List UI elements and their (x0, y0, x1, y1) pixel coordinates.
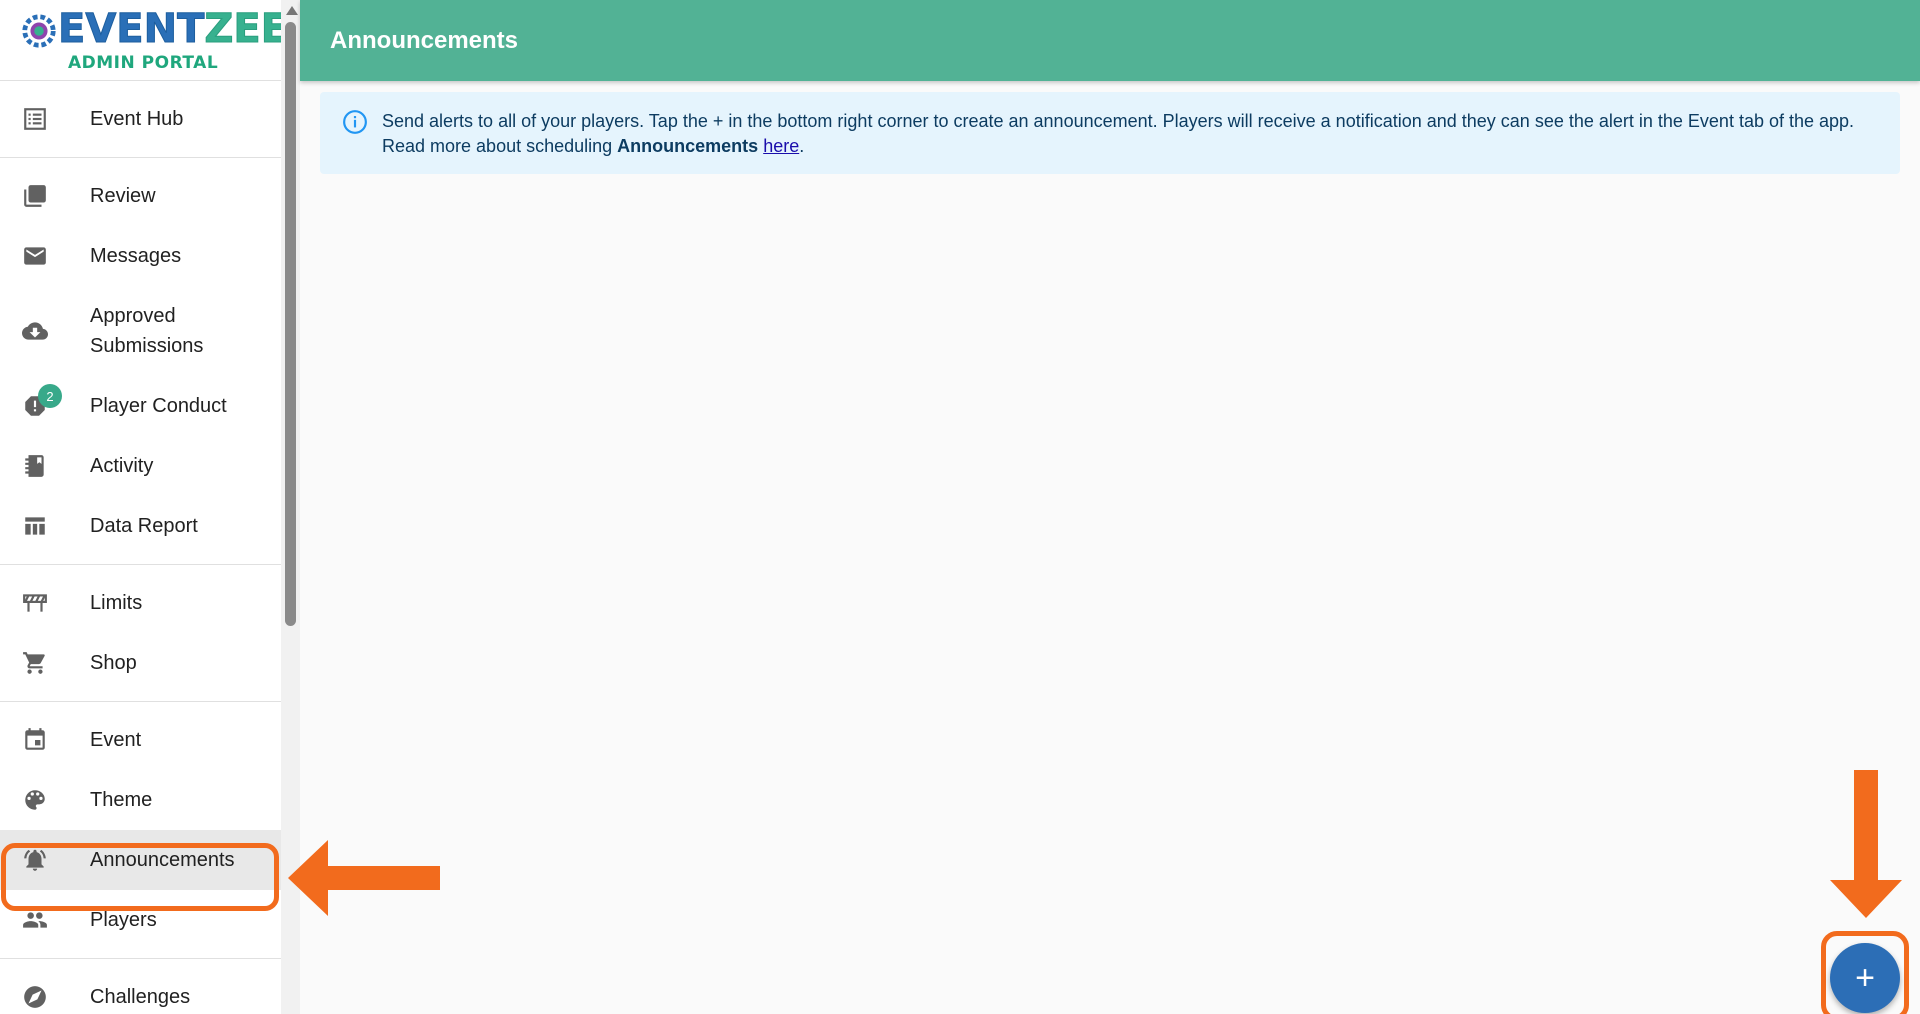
sidebar-item-label: Messages (90, 244, 182, 267)
sidebar-item-label: Player Conduct (90, 394, 227, 417)
sidebar-item-activity[interactable]: Activity (0, 436, 281, 496)
announcements-highlight (1, 843, 279, 911)
palette-icon (25, 790, 45, 810)
nav-section-hub: Event Hub (0, 81, 281, 158)
nav-section-settings: Event Theme Announcements Players (0, 702, 281, 959)
calendar-icon (25, 728, 45, 750)
sidebar-item-label: Shop (90, 651, 137, 674)
alert-bold: Announcements (617, 136, 759, 156)
cloud-download-icon (22, 322, 48, 340)
sidebar-item-label: Approved Submissions (90, 305, 204, 357)
mail-icon (24, 247, 46, 265)
info-alert: Send alerts to all of your players. Tap … (320, 92, 1900, 174)
explore-icon (24, 986, 46, 1008)
sidebar-item-challenges[interactable]: Challenges (0, 967, 281, 1014)
sidebar-item-review[interactable]: Review (0, 166, 281, 226)
alert-end: . (799, 136, 805, 156)
sidebar-item-messages[interactable]: Messages (0, 226, 281, 286)
sidebar-item-event[interactable]: Event (0, 710, 281, 770)
sidebar-item-label: Challenges (90, 985, 191, 1008)
sidebar-item-label: Activity (90, 454, 154, 477)
sidebar-item-player-conduct[interactable]: 2 Player Conduct (0, 376, 281, 436)
sidebar-item-event-hub[interactable]: Event Hub (0, 89, 281, 149)
sidebar-item-label: Theme (90, 788, 153, 811)
sidebar-item-label: Event Hub (90, 107, 184, 130)
down-arrow-icon (1830, 770, 1902, 918)
sidebar-item-shop[interactable]: Shop (0, 633, 281, 693)
sidebar-item-label: Data Report (90, 514, 198, 537)
notification-badge: 2 (38, 384, 62, 408)
table-icon (25, 517, 45, 535)
add-announcement-button[interactable]: + (1830, 943, 1900, 1013)
sidebar-item-label: Review (90, 184, 156, 207)
logo-wordmark: EVENTZEE (57, 6, 289, 53)
sidebar-item-label: Players (90, 908, 157, 931)
scroll-thumb[interactable] (285, 22, 296, 626)
sidebar-item-data-report[interactable]: Data Report (0, 496, 281, 556)
notebook-icon (25, 455, 44, 477)
barrier-icon (23, 594, 47, 612)
sidebar-item-limits[interactable]: Limits (0, 573, 281, 633)
alert-text: Send alerts to all of your players. Tap … (382, 109, 1880, 159)
nav-section-moderation: Review Messages Approved Submissions 2 P… (0, 158, 281, 565)
nav-section-challenges: Challenges (0, 959, 281, 1014)
page-header: Announcements (300, 0, 1920, 81)
alert-line-2: Read more about scheduling (382, 136, 618, 156)
sidebar-item-theme[interactable]: Theme (0, 770, 281, 830)
cart-icon (23, 652, 45, 674)
list-icon (24, 108, 46, 130)
gear-logo-icon (22, 14, 56, 48)
logo-subtitle: ADMIN PORTAL (68, 53, 219, 73)
alert-line-1: Send alerts to all of your players. Tap … (382, 111, 1855, 131)
nav-section-store: Limits Shop (0, 565, 281, 702)
sidebar-item-approved-submissions[interactable]: Approved Submissions (0, 286, 281, 376)
photo-library-icon (24, 185, 46, 207)
here-link[interactable]: here (763, 136, 799, 156)
scroll-up-arrow-icon[interactable] (286, 6, 298, 15)
sidebar-item-label: Limits (90, 591, 143, 614)
left-arrow-icon (288, 840, 440, 916)
sidebar-item-label: Event (90, 728, 142, 751)
info-icon (343, 110, 367, 134)
logo[interactable]: EVENTZEE ADMIN PORTAL (0, 0, 289, 81)
page-title: Announcements (330, 27, 519, 54)
